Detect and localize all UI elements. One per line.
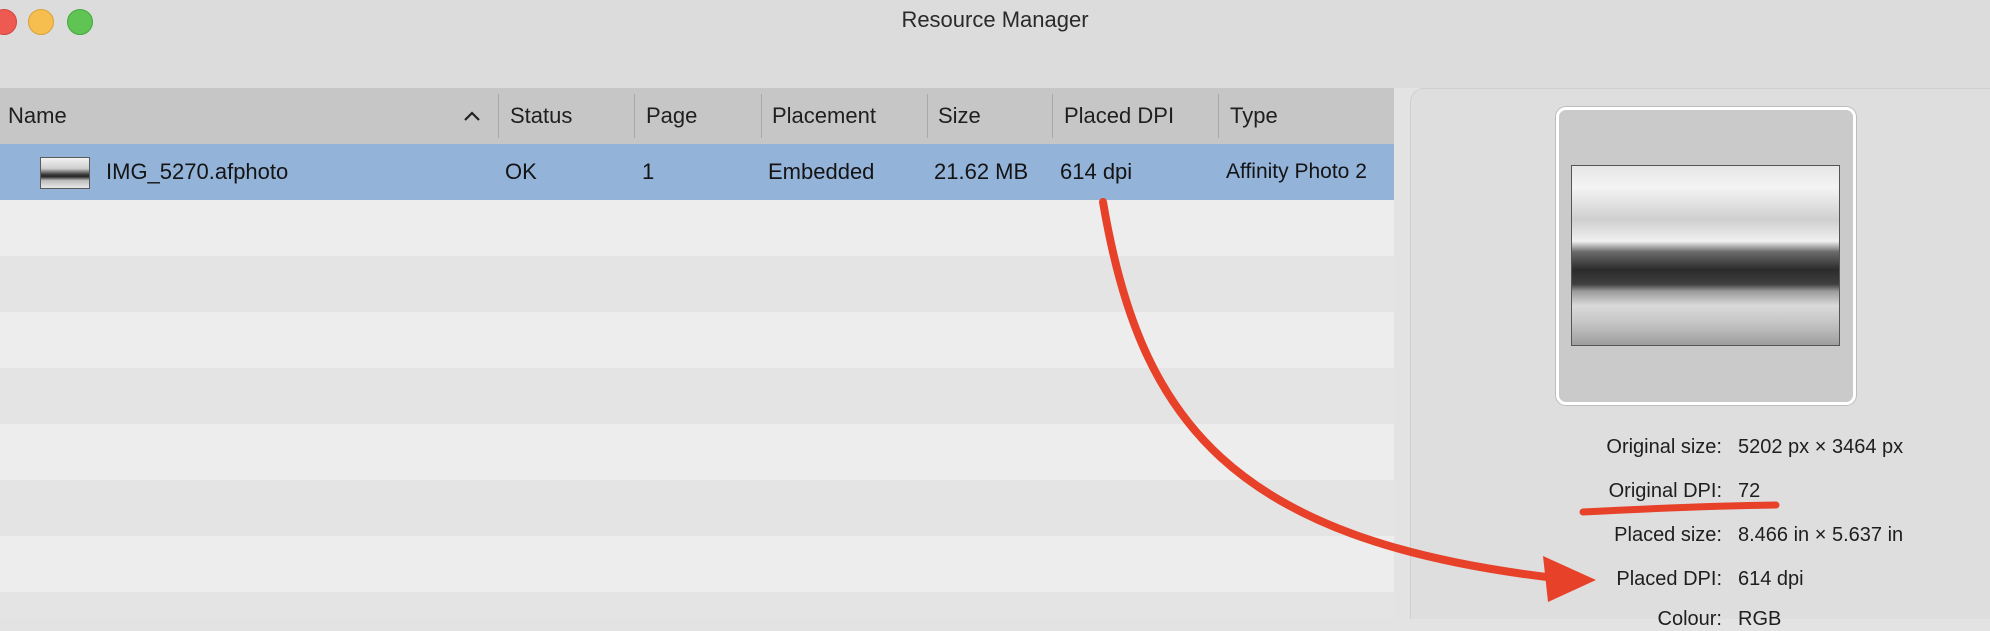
empty-row [0, 256, 1394, 312]
column-header-type[interactable]: Type [1230, 88, 1278, 144]
empty-row [0, 200, 1394, 256]
cell-size: 21.62 MB [934, 159, 1029, 184]
original-dpi-value: 72 [1738, 480, 1761, 502]
cell-status: OK [505, 159, 537, 184]
column-divider[interactable] [761, 94, 762, 138]
column-divider[interactable] [634, 94, 635, 138]
column-header-name[interactable]: Name [8, 88, 67, 144]
window-title: Resource Manager [901, 7, 1089, 32]
column-header-placement[interactable]: Placement [772, 88, 876, 144]
table-header: Name Status Page Placement Size Placed D… [0, 88, 1394, 144]
empty-row [0, 312, 1394, 368]
image-thumbnail [40, 157, 90, 189]
cell-name: IMG_5270.afphoto [106, 159, 289, 184]
column-divider[interactable] [1052, 94, 1053, 138]
empty-row [0, 536, 1394, 592]
image-preview [1556, 107, 1856, 405]
original-dpi-label: Original DPI: [1608, 480, 1722, 502]
cell-type: Affinity Photo 2 [1226, 160, 1367, 183]
placed-size-value: 8.466 in × 5.637 in [1738, 524, 1904, 546]
colour-value: RGB [1738, 608, 1782, 630]
column-header-status[interactable]: Status [510, 88, 572, 144]
column-divider[interactable] [927, 94, 928, 138]
original-size-value: 5202 px × 3464 px [1738, 436, 1904, 458]
column-header-size[interactable]: Size [938, 88, 981, 144]
column-header-page[interactable]: Page [646, 88, 697, 144]
empty-row [0, 480, 1394, 536]
cell-placement: Embedded [768, 159, 875, 184]
cell-page: 1 [642, 159, 655, 184]
column-divider[interactable] [1218, 94, 1219, 138]
resource-table: Name Status Page Placement Size Placed D… [0, 88, 1394, 618]
placed-dpi-value: 614 dpi [1738, 568, 1804, 590]
column-header-placed-dpi[interactable]: Placed DPI [1064, 88, 1174, 144]
placed-dpi-label: Placed DPI: [1616, 568, 1722, 590]
colour-label: Colour: [1657, 608, 1722, 630]
chevron-up-icon[interactable] [460, 104, 484, 128]
preview-image [1571, 165, 1840, 346]
placed-size-label: Placed size: [1614, 524, 1722, 546]
original-size-label: Original size: [1606, 436, 1722, 458]
table-row[interactable]: IMG_5270.afphoto OK 1 Embedded 21.62 MB … [0, 144, 1394, 200]
split-divider[interactable] [1394, 88, 1410, 618]
column-divider[interactable] [498, 94, 499, 138]
empty-row [0, 592, 1394, 618]
cell-placed-dpi: 614 dpi [1060, 159, 1133, 184]
empty-row [0, 424, 1394, 480]
empty-row [0, 368, 1394, 424]
title-bar: Resource Manager [0, 0, 1990, 88]
